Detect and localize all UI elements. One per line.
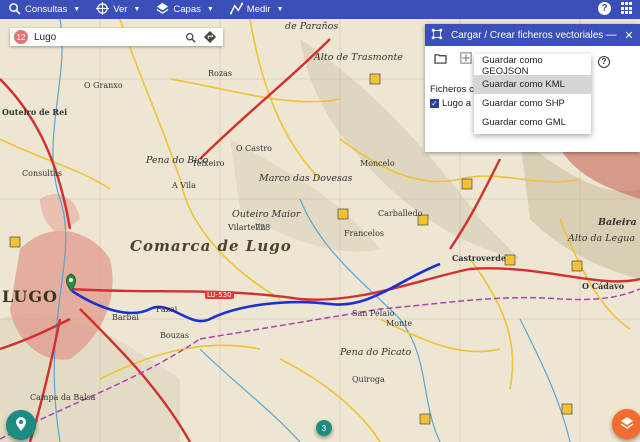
map-label-o-granxo: O Granxo xyxy=(84,81,123,90)
help-icon[interactable]: ? xyxy=(598,2,611,15)
panel-title: Cargar / Crear ficheros vectoriales xyxy=(451,29,604,41)
map-label-o-cadavo: O Cádavo xyxy=(582,281,625,291)
map-label-consultas: Consultas xyxy=(22,169,62,178)
menu-item-gml[interactable]: Guardar como GML xyxy=(474,113,591,132)
panel-header: Cargar / Crear ficheros vectoriales — ✕ xyxy=(425,24,640,46)
add-layer-icon[interactable] xyxy=(459,51,473,65)
map-label-carballedo: Carballedo xyxy=(378,209,423,218)
caret-down-icon: ▼ xyxy=(133,6,141,13)
map-label-outeiro-rei: Outeiro de Rei xyxy=(2,107,68,117)
location-pin-icon xyxy=(15,416,27,434)
caret-down-icon: ▼ xyxy=(206,6,214,13)
folder-open-icon[interactable] xyxy=(433,51,447,65)
toolbar-consultas[interactable]: Consultas ▼ xyxy=(8,2,80,18)
top-toolbar: Consultas ▼ Ver ▼ Capas ▼ Medir ▼ ? xyxy=(0,0,640,19)
map-label-fazai: Fazai xyxy=(156,305,178,314)
toolbar-medir-label: Medir xyxy=(246,4,271,15)
map-label-san-pelaio: San Pelaio xyxy=(352,309,395,318)
map-label-quiroga: Quiroga xyxy=(352,375,385,384)
menu-item-shp[interactable]: Guardar como SHP xyxy=(474,94,591,113)
caret-down-icon: ▼ xyxy=(276,6,284,13)
search-icon xyxy=(8,2,21,18)
toolbar-consultas-label: Consultas xyxy=(25,4,68,15)
map-label-rozas: Rozas xyxy=(208,69,232,78)
save-as-menu: Guardar como GEOJSON Guardar como KML Gu… xyxy=(474,54,591,134)
map-label-a-vila: A Vila xyxy=(172,181,196,190)
toolbar-medir[interactable]: Medir ▼ xyxy=(229,2,284,18)
map-label-vilartelin: Vilartelín xyxy=(228,223,266,232)
search-box[interactable]: 12 Lugo xyxy=(10,28,223,46)
map-label-moncelo: Moncelo xyxy=(360,159,395,168)
map-label-alto-trasmonte: Alto de Trasmonte xyxy=(314,52,403,63)
crosshair-icon xyxy=(96,1,110,18)
map-label-alto-legua: Alto da Legua xyxy=(568,233,636,244)
map-label-francelos: Francelos xyxy=(344,229,384,238)
map-label-road: LU-530 xyxy=(205,291,234,299)
menu-item-geojson[interactable]: Guardar como GEOJSON xyxy=(474,55,591,77)
help-icon[interactable]: ? xyxy=(598,56,610,68)
ruler-icon xyxy=(229,2,244,18)
caret-down-icon: ▼ xyxy=(73,6,81,13)
map-label-comarca: Comarca de Lugo xyxy=(130,237,292,255)
map-label-paranos: de Paraños xyxy=(285,21,339,32)
directions-icon[interactable] xyxy=(203,30,217,44)
map-label-baleira: Baleira xyxy=(598,217,637,228)
result-count-badge: 12 xyxy=(14,30,28,44)
toolbar-ver-label: Ver xyxy=(113,4,128,15)
vector-tool-icon xyxy=(431,28,443,43)
toolbar-capas[interactable]: Capas ▼ xyxy=(156,2,214,18)
apps-grid-icon[interactable] xyxy=(621,2,634,15)
map-label-marco: Marco das Dovesas xyxy=(259,173,353,184)
map-label-outeiro: Outeiro Maior xyxy=(232,209,301,220)
map-info-button[interactable]: 3 xyxy=(316,420,332,436)
map-label-lugo: LUGO xyxy=(2,287,58,306)
location-button[interactable] xyxy=(6,410,36,440)
info-icon: 3 xyxy=(321,423,327,433)
layers-icon xyxy=(620,416,634,433)
search-icon[interactable] xyxy=(183,30,197,44)
menu-item-kml[interactable]: Guardar como KML xyxy=(474,75,591,94)
layers-button[interactable] xyxy=(612,409,640,439)
minimize-icon[interactable]: — xyxy=(604,29,618,41)
close-icon[interactable]: ✕ xyxy=(622,29,636,42)
toolbar-capas-label: Capas xyxy=(173,4,201,15)
toolbar-ver[interactable]: Ver ▼ xyxy=(96,1,141,18)
map-label-bouzas: Bouzas xyxy=(160,331,189,340)
layers-icon xyxy=(156,2,169,18)
map-label-barbai: Barbai xyxy=(112,313,139,322)
file-checkbox[interactable]: ✓ xyxy=(430,99,439,108)
map-label-o-castro: O Castro xyxy=(236,144,272,153)
map-label-castroverde: Castroverde xyxy=(452,253,506,263)
map-label-campa-balsa: Campa da Balsa xyxy=(30,393,96,402)
map-label-teixeiro: Teixeiro xyxy=(192,159,225,168)
search-input[interactable]: Lugo xyxy=(34,32,183,43)
map-label-monte: Monte xyxy=(386,319,413,328)
map-label-pena-picato: Pena do Picato xyxy=(340,347,412,358)
